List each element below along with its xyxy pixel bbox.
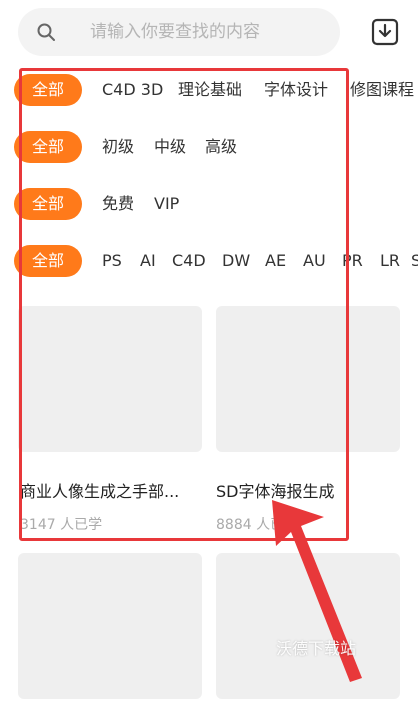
filter-option[interactable]: PR [342, 245, 363, 277]
filter-option[interactable]: C4D [172, 245, 206, 277]
search-input[interactable]: 请输入你要查找的内容 [90, 8, 260, 56]
filter-option[interactable]: S [411, 245, 418, 277]
filter-option[interactable]: C4D 3D [102, 74, 163, 106]
filter-all-pill[interactable]: 全部 [14, 74, 82, 106]
filter-option[interactable]: 初级 [102, 131, 134, 163]
filter-option[interactable]: PS [102, 245, 122, 277]
course-thumbnail[interactable] [216, 306, 400, 452]
filter-option[interactable]: VIP [154, 188, 179, 220]
download-icon[interactable] [370, 16, 400, 48]
watermark: 沃德下载站 [276, 639, 357, 658]
course-title[interactable]: 商业人像生成之手部... [20, 478, 202, 502]
filter-option[interactable]: AE [265, 245, 286, 277]
filter-option[interactable]: 修图课程 [350, 74, 414, 106]
filter-option[interactable]: 中级 [154, 131, 186, 163]
search-bar[interactable]: 请输入你要查找的内容 [18, 8, 340, 56]
filter-all-pill[interactable]: 全部 [14, 131, 82, 163]
filter-option[interactable]: 免费 [102, 188, 134, 220]
filter-all-pill[interactable]: 全部 [14, 188, 82, 220]
course-thumbnail[interactable] [18, 553, 202, 699]
filter-row-price: 全部 免费 VIP [0, 188, 418, 222]
filter-option[interactable]: DW [222, 245, 250, 277]
course-thumbnail[interactable] [18, 306, 202, 452]
filter-option[interactable]: 字体设计 [264, 74, 328, 106]
filter-option[interactable]: AU [303, 245, 326, 277]
course-learner-count: 3147 人已学 [20, 517, 103, 533]
course-learner-count: 8884 人已学 [216, 517, 299, 533]
course-thumbnail[interactable] [216, 553, 400, 699]
filter-all-pill[interactable]: 全部 [14, 245, 82, 277]
course-title[interactable]: SD字体海报生成 [216, 478, 400, 502]
filter-row-software: 全部 PS AI C4D DW AE AU PR LR S [0, 245, 418, 279]
filter-row-level: 全部 初级 中级 高级 [0, 131, 418, 165]
filter-row-category: 全部 C4D 3D 理论基础 字体设计 修图课程 [0, 74, 418, 108]
search-icon [37, 23, 55, 41]
filter-option[interactable]: LR [380, 245, 400, 277]
filter-option[interactable]: AI [140, 245, 156, 277]
filter-option[interactable]: 高级 [205, 131, 237, 163]
filter-option[interactable]: 理论基础 [178, 74, 242, 106]
